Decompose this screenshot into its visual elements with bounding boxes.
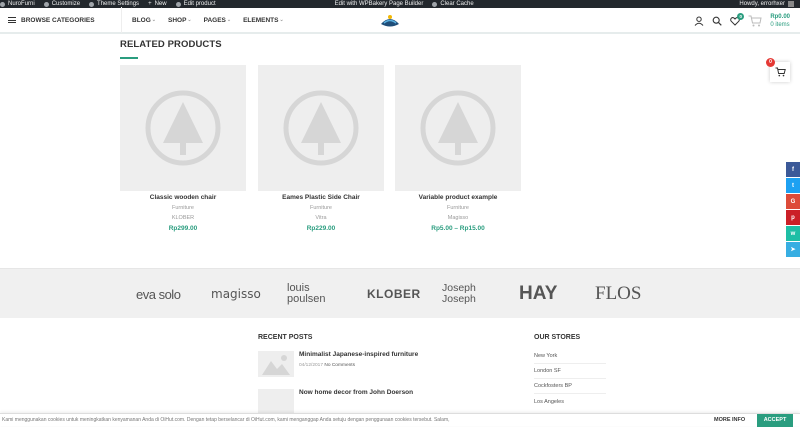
site-logo[interactable] (378, 11, 402, 31)
store-link[interactable]: New York (534, 353, 557, 359)
title-underline (120, 57, 138, 59)
post-title[interactable]: Minimalist Japanese-inspired furniture (299, 351, 418, 358)
store-link[interactable]: Los Angeles (534, 399, 564, 405)
product-brand[interactable]: Magisso (395, 215, 521, 221)
post-comments-link[interactable]: No Comments (324, 363, 355, 368)
admin-wpbakery-link[interactable]: Edit with WPBakery Page Builder (335, 0, 424, 8)
product-brand[interactable]: Vitra (258, 215, 384, 221)
browse-categories-button[interactable]: BROWSE CATEGORIES (0, 7, 122, 33)
brand-logo-joseph-joseph[interactable]: Joseph Joseph (442, 269, 490, 319)
brand-logo-klober[interactable]: KLOBER (367, 269, 421, 319)
site-footer: RECENT POSTS Minimalist Japanese-inspire… (0, 318, 800, 426)
avatar (788, 1, 794, 7)
divider (534, 363, 606, 364)
product-category[interactable]: Furniture (395, 205, 521, 211)
account-icon[interactable] (694, 16, 704, 26)
product-name[interactable]: Variable product example (395, 194, 521, 201)
plus-icon: + (148, 1, 152, 7)
product-price: Rp299.00 (168, 225, 198, 232)
placeholder-tree-icon (420, 90, 496, 166)
divider (534, 378, 606, 379)
brand-logo-magisso[interactable]: magisso (211, 269, 261, 319)
side-cart-button[interactable]: 0 (766, 58, 790, 82)
placeholder-tree-icon (283, 90, 359, 166)
brands-strip: eva solo magisso louis poulsen KLOBER Jo… (0, 268, 800, 318)
chevron-down-icon: ⌄ (226, 17, 232, 23)
product-card[interactable]: Eames Plastic Side Chair Furniture Vitra… (258, 65, 384, 232)
site-icon (0, 1, 5, 7)
admin-account-menu[interactable]: Howdy, errorhxer (739, 0, 794, 8)
side-cart-badge: 0 (766, 58, 775, 67)
cart-items-count: 0 items (770, 22, 790, 28)
post-thumbnail[interactable] (258, 389, 294, 415)
product-name[interactable]: Classic wooden chair (120, 194, 246, 201)
recent-post-item[interactable]: Minimalist Japanese-inspired furniture 0… (258, 351, 528, 379)
nav-item-pages[interactable]: PAGES ⌄ (204, 17, 231, 24)
image-placeholder-icon (262, 355, 290, 375)
recent-posts-title: RECENT POSTS (258, 334, 313, 341)
pinterest-share-button[interactable]: p (786, 210, 800, 225)
cart-summary[interactable]: Rp0.00 0 items (770, 13, 790, 29)
nav-item-elements[interactable]: ELEMENTS ⌄ (243, 17, 284, 24)
twitter-share-button[interactable]: t (786, 178, 800, 193)
header-icons: 0 Rp0.00 0 items (686, 8, 790, 34)
brush-icon (43, 1, 49, 7)
store-link[interactable]: Cockfosters BP (534, 383, 572, 389)
brand-logo-hay[interactable]: HAY (519, 269, 557, 319)
nav-item-shop[interactable]: SHOP ⌄ (168, 17, 192, 24)
cart-amount: Rp0.00 (770, 14, 790, 20)
admin-new-link[interactable]: + New (148, 0, 167, 8)
whatsapp-share-button[interactable]: w (786, 226, 800, 241)
admin-edit-product-link[interactable]: Edit product (175, 0, 216, 8)
our-stores-title: OUR STORES (534, 334, 581, 341)
product-brand[interactable]: KLOBER (120, 215, 246, 221)
site-header: BROWSE CATEGORIES BLOG ⌄ SHOP ⌄ PAGES ⌄ ELE… (0, 7, 800, 34)
cookie-notice-text: Kami menggunakan cookies untuk meningkat… (2, 417, 450, 423)
wishlist-count-badge: 0 (737, 13, 745, 20)
post-date: 04/12/2017 (299, 363, 324, 368)
chevron-down-icon: ⌄ (187, 17, 192, 23)
product-name[interactable]: Eames Plastic Side Chair (258, 194, 384, 201)
brand-logo-eva-solo[interactable]: eva solo (136, 269, 181, 319)
post-meta: 04/12/2017 No Comments (299, 363, 355, 368)
pencil-icon (175, 1, 181, 7)
social-share-bar: f t G p w ➤ (786, 162, 800, 258)
menu-icon (8, 17, 16, 23)
brand-logo-flos[interactable]: FLOS (595, 269, 641, 319)
cart-icon (775, 67, 786, 77)
cookie-more-info-link[interactable]: MORE INFO (714, 417, 745, 423)
product-image-placeholder[interactable] (120, 65, 246, 191)
product-price: Rp5.00 – Rp15.00 (431, 225, 485, 232)
product-category[interactable]: Furniture (120, 205, 246, 211)
product-card[interactable]: Classic wooden chair Furniture KLOBER Rp… (120, 65, 246, 232)
cart-icon[interactable] (748, 15, 762, 27)
product-image-placeholder[interactable] (395, 65, 521, 191)
main-nav: BLOG ⌄ SHOP ⌄ PAGES ⌄ ELEMENTS ⌄ (132, 17, 296, 24)
divider (534, 393, 606, 394)
search-icon[interactable] (712, 16, 723, 26)
admin-clear-cache-link[interactable]: Clear Cache (432, 0, 474, 8)
cache-icon (432, 1, 438, 7)
chevron-down-icon: ⌄ (279, 17, 284, 23)
telegram-share-button[interactable]: ➤ (786, 242, 800, 257)
chevron-down-icon: ⌄ (151, 17, 156, 23)
post-title[interactable]: Now home decor from John Doerson (299, 389, 413, 396)
cookie-accept-button[interactable]: ACCEPT (757, 414, 793, 427)
product-category[interactable]: Furniture (258, 205, 384, 211)
cookie-notice-bar: Kami menggunakan cookies untuk meningkat… (0, 413, 800, 427)
facebook-share-button[interactable]: f (786, 162, 800, 177)
product-card[interactable]: Variable product example Furniture Magis… (395, 65, 521, 232)
placeholder-tree-icon (145, 90, 221, 166)
wishlist-button[interactable]: 0 (730, 13, 745, 26)
settings-icon (89, 1, 95, 7)
nav-item-blog[interactable]: BLOG ⌄ (132, 17, 156, 24)
brand-logo-louis-poulsen[interactable]: louis poulsen (287, 269, 339, 319)
product-image-placeholder[interactable] (258, 65, 384, 191)
post-thumbnail[interactable] (258, 351, 294, 377)
store-link[interactable]: London SF (534, 368, 561, 374)
related-products-title: RELATED PRODUCTS (120, 39, 222, 50)
product-price: Rp229.00 (306, 225, 336, 232)
google-plus-share-button[interactable]: G (786, 194, 800, 209)
